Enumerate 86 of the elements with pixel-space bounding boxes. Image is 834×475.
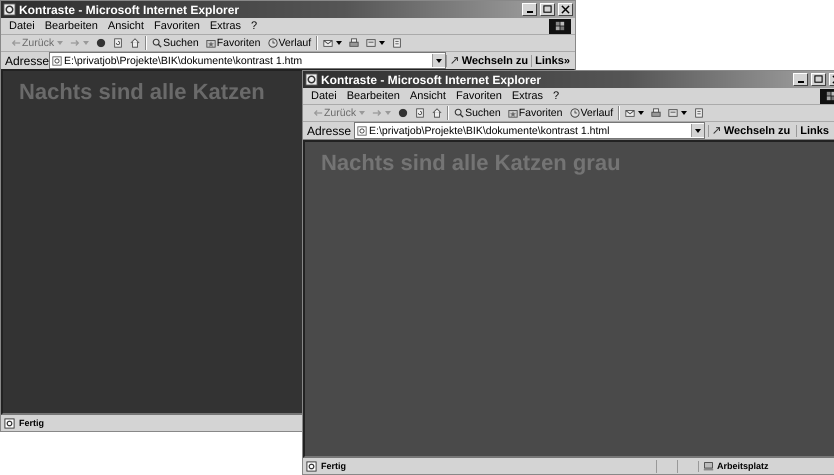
browser-icon: [3, 3, 16, 16]
page-icon: [694, 108, 704, 118]
stop-icon: [398, 108, 408, 118]
caret-icon: [83, 41, 90, 45]
browser-icon: [305, 73, 318, 86]
envelope-icon: [323, 38, 334, 48]
minimize-button[interactable]: [522, 3, 537, 16]
menu-item[interactable]: Bearbeiten: [44, 20, 98, 32]
maximize-button[interactable]: [540, 3, 555, 16]
left-arrow-icon: [11, 38, 21, 48]
clock-icon: [268, 38, 278, 48]
refresh-icon: [113, 38, 124, 48]
printer-icon: [349, 38, 360, 48]
caret-icon: [436, 58, 442, 62]
caret-icon: [359, 111, 366, 115]
links-button[interactable]: Links»: [531, 54, 573, 66]
close-button[interactable]: [558, 3, 573, 16]
menu-item[interactable]: Datei: [9, 20, 35, 32]
toolbar-button[interactable]: Favoriten: [204, 35, 262, 51]
stop-icon: [96, 38, 106, 48]
document-icon: [366, 38, 376, 48]
address-label: Adresse: [5, 54, 50, 68]
menu-item[interactable]: Ansicht: [410, 90, 446, 102]
status-text: Fertig: [19, 418, 44, 428]
menu-item[interactable]: Ansicht: [108, 20, 144, 32]
address-field[interactable]: E:\privatjob\Projekte\BIK\dokumente\kontrast 1.htm: [49, 52, 446, 69]
zone-text: Arbeitsplatz: [717, 461, 769, 471]
caret-icon: [638, 111, 644, 115]
right-arrow-icon: [372, 108, 382, 118]
menu-item[interactable]: ?: [553, 90, 560, 102]
menu-item[interactable]: Datei: [311, 90, 337, 102]
toolbar-button[interactable]: Suchen: [452, 105, 503, 121]
folder-star-icon: [508, 108, 518, 118]
caret-icon: [681, 111, 688, 115]
maximize-button[interactable]: [811, 73, 826, 86]
menu-item[interactable]: Favoriten: [456, 90, 502, 102]
page-icon: [357, 126, 368, 136]
arrow-icon: [450, 56, 460, 66]
minimize-button[interactable]: [793, 73, 808, 86]
home-icon: [432, 108, 442, 118]
caret-icon: [385, 111, 392, 115]
toolbar-button[interactable]: Favoriten: [506, 105, 564, 121]
right-arrow-icon: [70, 38, 80, 48]
caret-icon: [57, 41, 64, 45]
menu-item[interactable]: ?: [251, 20, 258, 32]
menu-item[interactable]: Extras: [512, 90, 544, 102]
caret-icon: [336, 41, 342, 45]
maximize-icon: [543, 5, 552, 14]
window-title: Kontraste - Microsoft Internet Explorer: [321, 72, 542, 86]
close-icon: [561, 5, 570, 14]
document-icon: [668, 108, 678, 118]
dropdown-button[interactable]: [432, 54, 445, 67]
page-icon: [4, 418, 15, 428]
left-arrow-icon: [313, 108, 323, 118]
address-field[interactable]: E:\privatjob\Projekte\BIK\dokumente\kontrast 1.html: [354, 122, 705, 139]
arrow-icon: [712, 126, 722, 136]
maximize-icon: [814, 75, 823, 84]
caret-icon: [694, 128, 701, 132]
home-icon: [130, 38, 140, 48]
status-text: Fertig: [321, 461, 346, 471]
folder-star-icon: [206, 38, 216, 48]
search-icon: [454, 108, 464, 118]
printer-icon: [651, 108, 662, 118]
links-button[interactable]: Links: [796, 124, 832, 136]
refresh-icon: [415, 108, 426, 118]
computer-icon: [703, 460, 714, 472]
menu-item[interactable]: Extras: [210, 20, 242, 32]
minimize-icon: [798, 81, 804, 83]
go-button[interactable]: Wechseln zu: [446, 54, 532, 66]
envelope-icon: [625, 108, 636, 118]
clock-icon: [570, 108, 580, 118]
menu-item[interactable]: Bearbeiten: [346, 90, 400, 102]
search-icon: [152, 38, 162, 48]
toolbar-button[interactable]: Verlauf: [266, 35, 314, 51]
page-icon: [306, 460, 317, 472]
dropdown-button[interactable]: [690, 124, 704, 137]
address-label: Adresse: [307, 124, 352, 138]
caret-icon: [379, 41, 386, 45]
toolbar-button[interactable]: Verlauf: [568, 105, 616, 121]
window-title: Kontraste - Microsoft Internet Explorer: [19, 2, 240, 16]
page-icon: [392, 38, 402, 48]
go-button[interactable]: Wechseln zu: [708, 124, 794, 136]
menu-item[interactable]: Favoriten: [154, 20, 200, 32]
minimize-icon: [526, 11, 532, 13]
page-icon: [52, 56, 62, 66]
toolbar-button[interactable]: Suchen: [150, 35, 201, 51]
